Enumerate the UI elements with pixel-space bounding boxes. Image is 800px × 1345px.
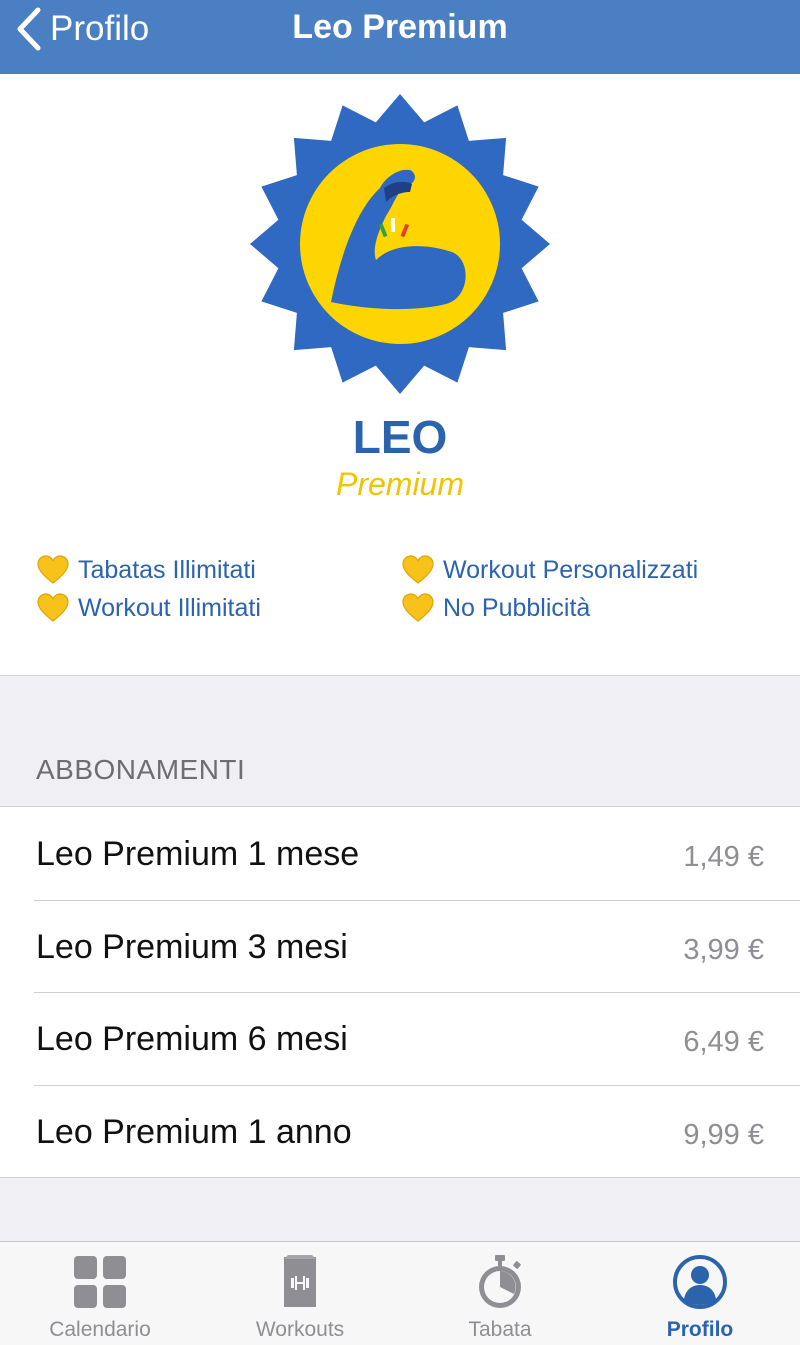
person-icon bbox=[673, 1255, 727, 1309]
navigation-bar: Profilo Leo Premium bbox=[0, 0, 800, 74]
feature-item: Tabatas Illimitati bbox=[36, 554, 256, 586]
yellow-heart-icon bbox=[402, 555, 434, 584]
feature-label: Tabatas Illimitati bbox=[78, 555, 256, 584]
tab-bar: Calendario Workouts Tabata Profilo bbox=[0, 1241, 800, 1345]
subscription-price: 3,99 € bbox=[683, 933, 764, 966]
tab-label: Profilo bbox=[666, 1318, 734, 1341]
yellow-heart-icon bbox=[37, 555, 69, 584]
section-header: ABBONAMENTI bbox=[36, 754, 246, 785]
brand-tier: Premium bbox=[335, 466, 464, 502]
page-title: Leo Premium bbox=[292, 8, 508, 46]
feature-label: Workout Personalizzati bbox=[443, 555, 699, 584]
subscription-row[interactable]: Leo Premium 3 mesi 3,99 € bbox=[0, 899, 800, 993]
premium-badge-icon bbox=[250, 94, 550, 394]
yellow-heart-icon bbox=[402, 593, 434, 622]
feature-label: Workout Illimitati bbox=[78, 593, 261, 622]
feature-item: No Pubblicità bbox=[401, 592, 590, 624]
subscription-row[interactable]: Leo Premium 6 mesi 6,49 € bbox=[0, 992, 800, 1085]
stopwatch-icon bbox=[479, 1255, 521, 1308]
subscription-price: 1,49 € bbox=[683, 841, 764, 873]
feature-item: Workout Personalizzati bbox=[401, 554, 698, 586]
tab-label: Calendario bbox=[49, 1318, 151, 1341]
grid-icon bbox=[74, 1256, 126, 1308]
dumbbell-icon bbox=[284, 1255, 316, 1307]
feature-item: Workout Illimitati bbox=[36, 592, 261, 624]
subscription-name: Leo Premium 1 mese bbox=[36, 835, 360, 873]
tab-calendario[interactable]: Calendario bbox=[0, 1242, 200, 1345]
subscription-list: Leo Premium 1 mese 1,49 € Leo Premium 3 … bbox=[0, 806, 800, 1178]
feature-label: No Pubblicità bbox=[443, 593, 591, 622]
tab-profilo[interactable]: Profilo bbox=[600, 1242, 800, 1345]
subscription-row[interactable]: Leo Premium 1 anno 9,99 € bbox=[0, 1084, 800, 1178]
yellow-heart-icon bbox=[37, 593, 69, 622]
subscription-price: 6,49 € bbox=[683, 1026, 764, 1058]
tab-workouts[interactable]: Workouts bbox=[200, 1242, 400, 1345]
subscription-name: Leo Premium 3 mesi bbox=[36, 927, 348, 966]
tab-label: Tabata bbox=[468, 1318, 532, 1341]
subscription-name: Leo Premium 1 anno bbox=[36, 1112, 352, 1151]
brand-name: LEO bbox=[352, 411, 448, 463]
subscription-price: 9,99 € bbox=[683, 1118, 764, 1151]
tab-label: Workouts bbox=[255, 1318, 345, 1341]
tab-tabata[interactable]: Tabata bbox=[400, 1242, 600, 1345]
subscription-row[interactable]: Leo Premium 1 mese 1,49 € bbox=[0, 807, 800, 900]
subscription-name: Leo Premium 6 mesi bbox=[36, 1020, 348, 1058]
